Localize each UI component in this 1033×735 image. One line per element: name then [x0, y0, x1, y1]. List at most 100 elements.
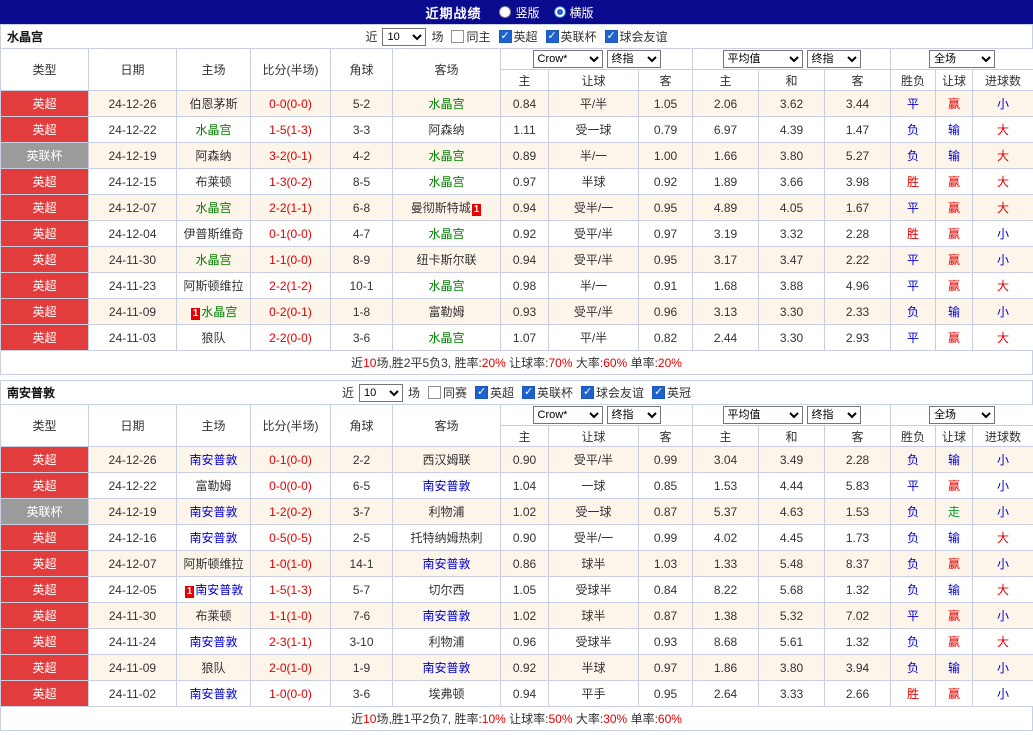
section-southampton: 南安普敦近10场同赛英超英联杯球会友谊英冠类型日期主场比分(半场)角球客场Cro… — [0, 380, 1033, 731]
avg-draw-cell: 3.62 — [758, 90, 826, 117]
score-cell: 0-5(0-5) — [250, 524, 331, 551]
avg-select[interactable]: 平均值 — [722, 406, 803, 424]
result-cell: 平 — [890, 246, 937, 273]
home-team-cell: 1 南安普敦 — [176, 576, 251, 603]
avg-select[interactable]: 平均值 — [722, 50, 803, 68]
match-row: 英超 24-11-24 南安普敦 2-3(1-1) 3-10 利物浦 0.96 受球半 0.93… — [0, 628, 1033, 655]
result-cell: 胜 — [890, 168, 937, 195]
checkbox-icon — [427, 386, 441, 399]
scope-select[interactable]: 全场 — [929, 50, 996, 68]
results-table: 类型 日期 主场 比分(半场) 角球 客场 Crow* 终指 平均值 终指 全场主让球客主和客胜负让… — [0, 404, 1033, 707]
league-cell: 英超 — [0, 272, 89, 299]
sub-col-header: 主 — [500, 425, 549, 447]
summary-segment: 让球率: — [505, 712, 549, 726]
score-cell: 1-5(1-3) — [250, 576, 331, 603]
filter-checkbox-1[interactable]: 英超 — [474, 384, 514, 401]
date-cell: 24-12-22 — [88, 116, 177, 143]
away-team-name: 南安普敦 — [422, 661, 471, 675]
handicap-result-cell: 输 — [935, 116, 974, 143]
filter-checkbox-2[interactable]: 英联杯 — [522, 384, 573, 401]
checkbox-label: 球会友谊 — [596, 386, 645, 400]
goals-result-cell: 小 — [972, 680, 1033, 707]
handicap-cell: 受一球 — [548, 116, 639, 143]
filter-checkbox-2[interactable]: 英联杯 — [545, 28, 597, 45]
avg-away-cell: 3.44 — [824, 90, 892, 117]
checkbox-label: 球会友谊 — [619, 30, 668, 44]
scope-group-header: 全场 — [890, 404, 1033, 426]
corner-cell: 14-1 — [330, 550, 393, 577]
handicap-result-cell: 赢 — [935, 550, 974, 577]
result-cell: 平 — [890, 472, 937, 499]
home-odds-cell: 1.02 — [500, 602, 549, 629]
scope-select[interactable]: 全场 — [929, 406, 996, 424]
rounds-select[interactable]: 10 — [358, 383, 403, 402]
filter-checkbox-0[interactable]: 同主 — [451, 28, 491, 45]
summary-segment: 10% — [481, 711, 506, 726]
away-team-name: 托特纳姆热刺 — [410, 531, 483, 545]
layout-radio-1[interactable]: 横版 — [553, 4, 594, 21]
away-team-cell: 切尔西 — [392, 576, 501, 603]
avg-home-cell: 1.38 — [692, 602, 760, 629]
away-team-name: 水晶宫 — [428, 149, 465, 163]
date-cell: 24-11-24 — [88, 628, 177, 655]
home-team-name: 南安普敦 — [189, 505, 238, 519]
corner-cell: 3-3 — [330, 116, 393, 143]
goals-result-cell: 大 — [972, 168, 1033, 195]
avg-time-select[interactable]: 终指 — [806, 50, 861, 68]
filter-checkbox-3[interactable]: 球会友谊 — [604, 28, 668, 45]
odds-time-select[interactable]: 终指 — [606, 50, 661, 68]
radio-icon — [499, 6, 512, 18]
home-odds-cell: 0.98 — [500, 272, 549, 299]
home-team-name: 水晶宫 — [201, 305, 238, 319]
handicap-result-cell: 赢 — [935, 90, 974, 117]
league-cell: 英超 — [0, 298, 89, 325]
home-team-cell: 阿斯顿维拉 — [176, 550, 251, 577]
league-cell: 英超 — [0, 680, 89, 707]
handicap-result-cell: 赢 — [935, 194, 974, 221]
home-team-cell: 南安普敦 — [176, 628, 251, 655]
avg-home-cell: 3.04 — [692, 446, 760, 473]
filter-checkbox-3[interactable]: 球会友谊 — [581, 384, 644, 401]
filter-checkbox-4[interactable]: 英冠 — [652, 384, 691, 401]
avg-draw-cell: 4.44 — [758, 472, 826, 499]
rounds-select[interactable]: 10 — [382, 27, 427, 46]
away-team-name: 水晶宫 — [428, 175, 465, 189]
avg-draw-cell: 3.47 — [758, 246, 826, 273]
handicap-cell: 球半 — [548, 550, 639, 577]
league-cell: 英超 — [0, 654, 89, 681]
league-cell: 英联杯 — [0, 142, 89, 169]
away-odds-cell: 0.92 — [637, 168, 694, 195]
corner-cell: 10-1 — [330, 272, 393, 299]
filter-checkbox-1[interactable]: 英超 — [498, 28, 538, 45]
red-card-badge: 1 — [471, 204, 482, 216]
result-cell: 负 — [890, 446, 937, 473]
layout-radio-0[interactable]: 竖版 — [499, 4, 540, 21]
date-cell: 24-11-30 — [88, 602, 177, 629]
odds-time-select[interactable]: 终指 — [606, 406, 661, 424]
match-row: 英超 24-12-22 水晶宫 1-5(1-3) 3-3 阿森纳 1.11 受一球 0.79 6.… — [0, 116, 1033, 143]
home-team-name: 南安普敦 — [195, 583, 244, 597]
home-odds-cell: 0.89 — [500, 142, 549, 169]
goals-result-cell: 小 — [972, 602, 1033, 629]
away-odds-cell: 0.95 — [637, 194, 694, 221]
odds-group-header: Crow* 终指 — [499, 48, 694, 70]
away-team-cell: 水晶宫 — [392, 168, 501, 195]
filter-checkbox-0[interactable]: 同赛 — [427, 384, 467, 401]
league-cell: 英联杯 — [0, 498, 89, 525]
summary-segment: 60% — [657, 711, 682, 726]
sub-col-header: 让球 — [548, 425, 639, 447]
handicap-cell: 受平/半 — [548, 246, 639, 273]
date-cell: 24-11-30 — [88, 246, 177, 273]
handicap-result-cell: 赢 — [935, 680, 974, 707]
col-header: 比分(半场) — [250, 48, 331, 91]
goals-result-cell: 大 — [972, 576, 1033, 603]
radio-label: 竖版 — [515, 5, 540, 20]
odds-company-select[interactable]: Crow* — [532, 406, 603, 424]
match-row: 英联杯 24-12-19 南安普敦 1-2(0-2) 3-7 利物浦 1.02 受一球 0.87… — [0, 498, 1033, 525]
away-odds-cell: 0.87 — [637, 498, 694, 525]
avg-time-select[interactable]: 终指 — [806, 406, 861, 424]
odds-company-select[interactable]: Crow* — [532, 50, 603, 68]
avg-draw-cell: 4.63 — [758, 498, 826, 525]
results-table: 类型 日期 主场 比分(半场) 角球 客场 Crow* 终指 平均值 终指 全场主让球客主和客胜负让… — [0, 48, 1033, 351]
corner-cell: 2-5 — [330, 524, 393, 551]
